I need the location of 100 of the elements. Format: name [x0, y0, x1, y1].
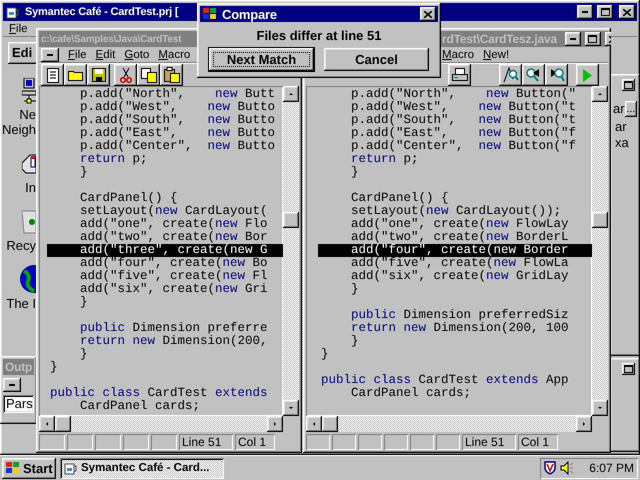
menu-item[interactable]: Goto [124, 48, 150, 60]
toolbar-button[interactable] [576, 64, 599, 86]
code-line: p.add("South", new Button("t [350, 114, 578, 127]
toolbar-button[interactable] [522, 64, 545, 86]
horizontal-scrollbar[interactable] [39, 416, 283, 432]
menu-item[interactable]: Macro [158, 48, 190, 60]
toolbar-button[interactable] [41, 64, 64, 86]
side-label: ar [613, 101, 625, 117]
code-line: setLayout(new CardLayout( [79, 205, 269, 218]
scroll-left-button[interactable] [39, 416, 55, 432]
taskbar-button[interactable]: Symantec Café - Card... [60, 458, 224, 478]
desktop-icon-label[interactable]: Ne Neigh [2, 107, 36, 137]
dialog-button[interactable]: Cancel [324, 48, 429, 71]
vertical-scrollbar[interactable] [592, 86, 608, 416]
window-title: c:\cafe\Samples\Java\CardTest [41, 34, 182, 44]
speaker-icon[interactable] [560, 461, 574, 475]
menu-item[interactable]: File [68, 48, 87, 60]
system-menu-button[interactable] [41, 48, 59, 62]
vertical-scrollbar[interactable] [283, 86, 299, 416]
minimize-icon [582, 11, 588, 13]
close-button[interactable] [420, 7, 436, 21]
system-menu-button[interactable] [3, 378, 21, 392]
toolbar-button[interactable] [499, 64, 522, 86]
code-line: return new Dimension(200, 100 [350, 322, 570, 335]
list-item[interactable]: xa [615, 135, 635, 151]
menu-item[interactable]: Edit [96, 48, 116, 60]
toolbar-button[interactable] [64, 64, 87, 86]
code-line: add("five", create(new Fl [79, 270, 269, 283]
code-editor[interactable] [306, 86, 592, 416]
scroll-down-button[interactable] [283, 400, 299, 416]
left-arrow-icon [45, 420, 49, 428]
scroll-left-button[interactable] [306, 416, 322, 432]
column-status: Col 1 [235, 434, 275, 450]
code-line: CardPanel() { [79, 192, 179, 205]
scroll-thumb[interactable] [283, 212, 299, 228]
up-arrow-icon [596, 92, 604, 96]
maximize-button[interactable] [584, 32, 601, 46]
scroll-up-button[interactable] [283, 86, 299, 102]
code-line: } [350, 335, 360, 348]
scroll-thumb[interactable] [592, 212, 608, 228]
maximize-button[interactable] [622, 363, 635, 375]
minimize-button[interactable] [564, 32, 581, 46]
right-arrow-icon [582, 420, 586, 428]
down-arrow-icon [596, 406, 604, 410]
code-line: p.add("Center", new Butto [79, 140, 276, 153]
default-button[interactable]: Next Match [209, 48, 314, 71]
code-editor[interactable] [39, 86, 283, 416]
code-line: public Dimension preferre [79, 322, 269, 335]
status-pane [151, 434, 177, 450]
scroll-thumb[interactable] [322, 416, 338, 432]
close-button[interactable] [619, 5, 635, 19]
maximize-button[interactable] [622, 79, 635, 91]
toolbar-button[interactable] [160, 64, 183, 86]
scroll-right-button[interactable] [576, 416, 592, 432]
close-icon [424, 10, 432, 18]
scroll-thumb[interactable] [55, 416, 71, 432]
find-next-icon [548, 67, 565, 83]
code-line: add("two", create(new Bor [79, 231, 269, 244]
line-number-status: Line 51 [462, 434, 516, 450]
tab[interactable]: Edi [8, 42, 38, 64]
toolbar-button[interactable] [87, 64, 110, 86]
scissors-icon [120, 68, 132, 82]
paste-icon [164, 67, 180, 83]
menu-item[interactable]: File [9, 22, 28, 34]
window-title: rdTest\CardTesz.java [442, 32, 557, 46]
minimize-button[interactable] [577, 5, 593, 19]
shield-icon[interactable] [544, 461, 556, 475]
scroll-down-button[interactable] [592, 400, 608, 416]
code-line: public Dimension preferredSiz [350, 309, 570, 322]
start-button[interactable]: Start [2, 458, 56, 478]
toolbar-button[interactable] [545, 64, 568, 86]
scroll-up-button[interactable] [592, 86, 608, 102]
desktop-icon-label[interactable]: The I [6, 296, 36, 311]
toolbar-button[interactable] [448, 64, 471, 86]
scroll-right-button[interactable] [267, 416, 283, 432]
line-number-status: Line 51 [179, 434, 233, 450]
status-pane [410, 434, 434, 450]
desktop-icon-label[interactable]: In [25, 180, 36, 195]
toolbar-button[interactable] [114, 64, 137, 86]
code-line: CardPanel() { [350, 192, 450, 205]
status-pane [306, 434, 330, 450]
windows-logo-icon [202, 7, 218, 21]
menu-item[interactable]: New! [482, 48, 510, 60]
maximize-icon [588, 35, 598, 43]
code-line: p.add("North", new Butt [79, 88, 276, 101]
status-pane [436, 434, 460, 450]
maximize-button[interactable] [597, 5, 613, 19]
code-line: p.add("North", new Button(" [350, 88, 578, 101]
horizontal-scrollbar[interactable] [306, 416, 592, 432]
output-field[interactable]: Pars [3, 395, 34, 413]
dialog-message: Files differ at line 51 [256, 28, 382, 43]
toolbar-button[interactable] [137, 64, 160, 86]
list-item[interactable]: ar [615, 119, 635, 135]
status-pane [123, 434, 149, 450]
status-pane [67, 434, 93, 450]
desktop-icon-label[interactable]: Recy [6, 238, 36, 253]
menu-item[interactable]: Macro [442, 48, 474, 60]
browse-button[interactable]: ... [624, 101, 637, 117]
left-arrow-icon [312, 420, 316, 428]
minimize-icon [570, 38, 576, 40]
